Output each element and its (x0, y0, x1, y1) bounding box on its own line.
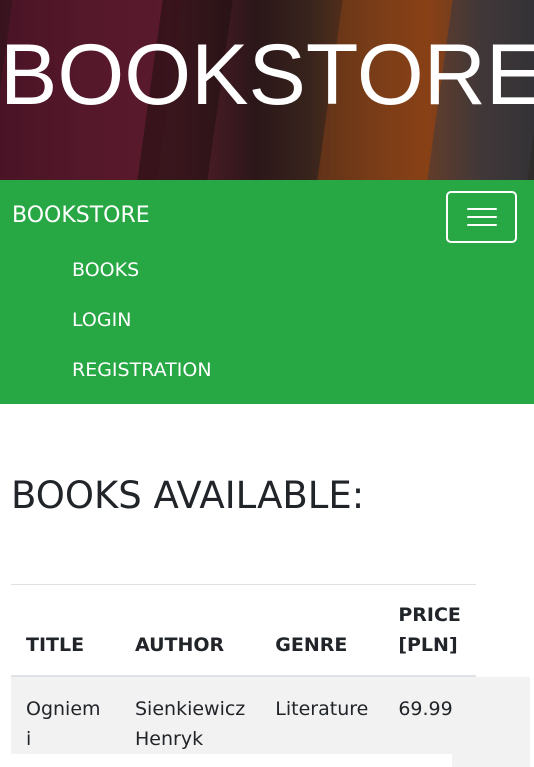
nav-menu: BOOKS LOGIN REGISTRATION (72, 248, 212, 398)
column-header-title: TITLE (26, 633, 85, 656)
table-row[interactable]: Ogniem i Sienkiewicz Henryk Literature 6… (11, 675, 476, 754)
column-header-author: AUTHOR (135, 633, 225, 656)
nav-item-login[interactable]: LOGIN (72, 298, 212, 348)
hamburger-menu-icon (467, 206, 497, 228)
cell-author: Sienkiewicz Henryk (135, 697, 246, 750)
column-header-price: PRICE [PLN] (398, 603, 461, 656)
main-navbar: BOOKSTORE BOOKS LOGIN REGISTRATION (0, 180, 534, 404)
navbar-toggler-button[interactable] (446, 191, 517, 243)
nav-item-books[interactable]: BOOKS (72, 248, 212, 298)
table-header-row: TITLE AUTHOR GENRE PRICE [PLN] (11, 584, 476, 676)
books-table-container: TITLE AUTHOR GENRE PRICE [PLN] Ogniem i … (11, 584, 534, 767)
nav-item-registration[interactable]: REGISTRATION (72, 348, 212, 398)
banner-title: BOOKSTORE (0, 27, 534, 123)
column-header-genre: GENRE (275, 633, 348, 656)
books-table: TITLE AUTHOR GENRE PRICE [PLN] Ogniem i … (11, 584, 476, 754)
header-banner: BOOKSTORE (0, 0, 534, 180)
cell-title: Ogniem i (26, 697, 101, 750)
table-row-background (452, 677, 530, 767)
page-title: BOOKS AVAILABLE: (11, 474, 365, 517)
cell-genre: Literature (275, 697, 369, 720)
navbar-brand[interactable]: BOOKSTORE (12, 205, 150, 227)
